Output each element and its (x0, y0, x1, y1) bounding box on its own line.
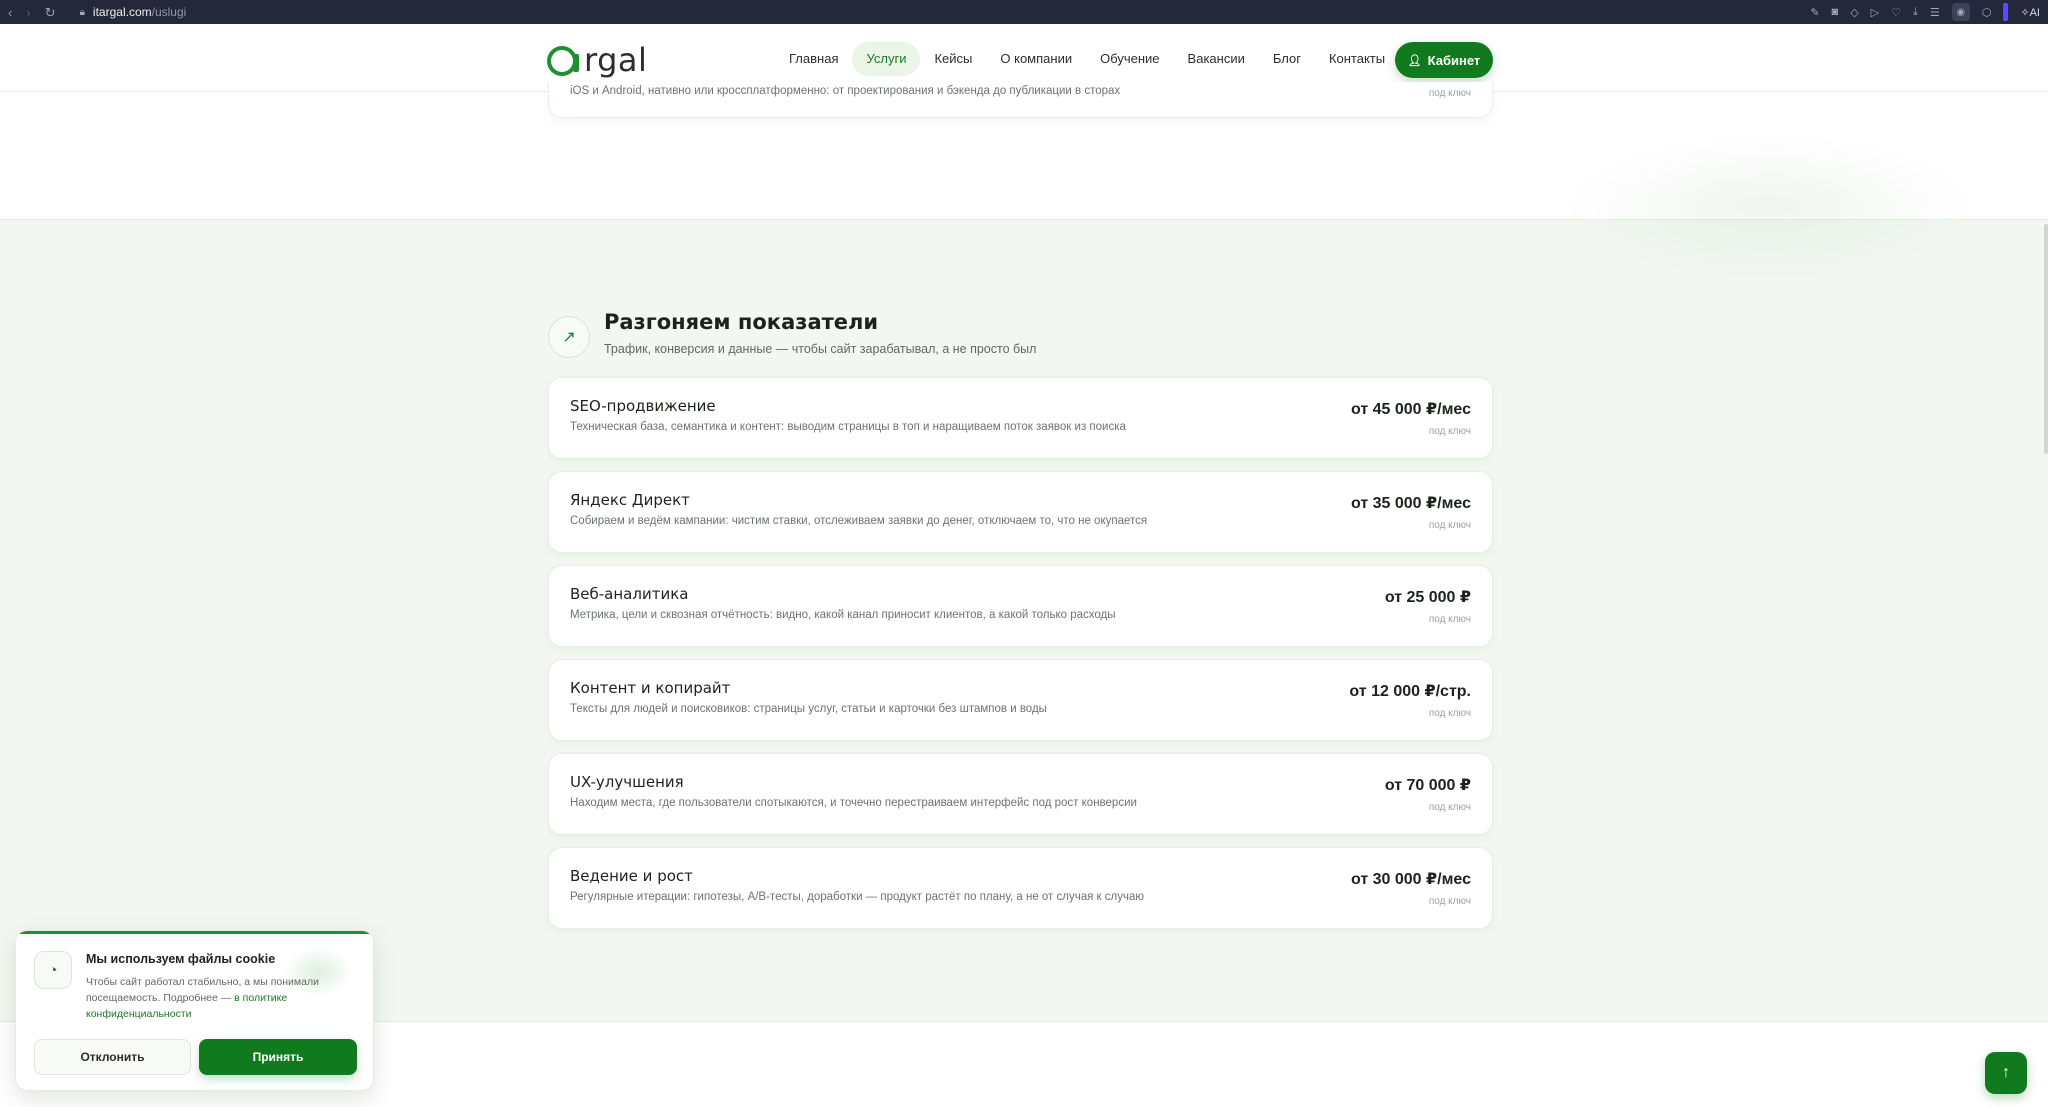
nav-item-services[interactable]: Услуги (852, 42, 921, 76)
service-unit: под ключ (1428, 88, 1471, 99)
service-desc: Метрика, цели и сквозная отчётность: вид… (570, 609, 1116, 621)
profile-icon[interactable]: ◉ (1951, 3, 1970, 21)
back-arrow-icon[interactable]: ‹ (8, 6, 12, 19)
service-title: Яндекс Директ (570, 491, 690, 509)
play-icon[interactable]: ▷ (1871, 6, 1879, 19)
nav-item-about[interactable]: О компании (986, 42, 1086, 76)
heart-icon[interactable]: ♡ (1891, 6, 1901, 19)
service-card-growth[interactable]: Ведение и рост Регулярные итерации: гипо… (548, 847, 1493, 929)
ai-label: AI (2029, 6, 2040, 19)
lock-icon: 🔒︎ (79, 6, 85, 18)
service-unit: под ключ (1428, 802, 1471, 813)
logo-text: rgal (584, 41, 648, 79)
nav-item-contacts[interactable]: Контакты (1315, 42, 1399, 76)
service-price: от 35 000 ₽/мес (1350, 495, 1471, 512)
reload-icon[interactable]: ↻ (45, 6, 56, 19)
logo-mark-icon (547, 46, 579, 76)
cookie-text: Чтобы сайт работал стабильно, а мы поним… (86, 974, 346, 1022)
main-nav: Главная Услуги Кейсы О компании Обучение… (775, 42, 1399, 76)
arrow-up-icon: ↑ (2002, 1064, 2010, 1081)
service-unit: под ключ (1428, 426, 1471, 437)
nav-item-vacancies[interactable]: Вакансии (1174, 42, 1259, 76)
nav-item-education[interactable]: Обучение (1086, 42, 1173, 76)
section-title: Разгоняем показатели (604, 310, 879, 334)
ai-button[interactable]: ✧AI (2020, 6, 2040, 19)
service-title: Контент и копирайт (570, 679, 731, 697)
site-logo[interactable]: rgal (547, 41, 647, 79)
edit-icon[interactable]: ✎ (1810, 6, 1819, 19)
extension-icon[interactable]: ⬡ (1982, 6, 1992, 19)
service-desc: Техническая база, семантика и контент: в… (570, 421, 1126, 433)
url-path: /uslugi (151, 5, 187, 19)
menu-icon[interactable]: ☰ (1930, 6, 1940, 19)
previous-section: iOS и Android, нативно или кроссплатформ… (0, 82, 2048, 282)
forward-arrow-icon[interactable]: › (26, 6, 30, 19)
decline-button[interactable]: Отклонить (34, 1039, 191, 1075)
nav-item-cases[interactable]: Кейсы (920, 42, 986, 76)
camera-icon[interactable]: ◙ (1832, 6, 1839, 18)
services-list: SEO-продвижение Техническая база, семант… (548, 377, 1493, 941)
service-desc: iOS и Android, нативно или кроссплатформ… (570, 85, 1121, 97)
service-card-analytics[interactable]: Веб-аналитика Метрика, цели и сквозная о… (548, 565, 1493, 647)
nav-item-blog[interactable]: Блог (1259, 42, 1315, 76)
service-price: от 25 000 ₽ (1384, 589, 1471, 606)
accept-button[interactable]: Принять (199, 1039, 357, 1075)
address-bar[interactable]: 🔒︎ itargal.com/uslugi (80, 5, 187, 19)
url-host: itargal.com (92, 5, 152, 19)
cookie-banner: ◔ Мы используем файлы cookie Чтобы сайт … (15, 930, 374, 1091)
decorative-blob (1560, 132, 1980, 282)
shield-icon[interactable]: ◇ (1850, 6, 1858, 19)
browser-toolbar: ‹ › ↻ 🔒︎ itargal.com/uslugi ✎ ◙ ◇ ▷ ♡ ⤓ … (0, 0, 2048, 24)
service-title: UX-улучшения (570, 773, 684, 791)
service-price: от 30 000 ₽/мес (1350, 871, 1471, 888)
user-icon: 👤︎ (1407, 54, 1422, 67)
service-card-content[interactable]: Контент и копирайт Тексты для людей и по… (548, 659, 1493, 741)
service-card-direct[interactable]: Яндекс Директ Собираем и ведём кампании:… (548, 471, 1493, 553)
service-desc: Находим места, где пользователи спотыкаю… (570, 797, 1137, 809)
service-title: Веб-аналитика (570, 585, 689, 603)
extension-marker (2003, 3, 2009, 21)
service-title: SEO-продвижение (570, 397, 716, 415)
service-unit: под ключ (1428, 614, 1471, 625)
service-card-mobile[interactable]: iOS и Android, нативно или кроссплатформ… (548, 82, 1493, 118)
service-price: от 45 000 ₽/мес (1350, 401, 1471, 418)
service-price: от 12 000 ₽/стр. (1349, 683, 1471, 700)
trending-up-icon: ↗ (548, 316, 590, 358)
service-price: от 70 000 ₽ (1384, 777, 1471, 794)
cabinet-button[interactable]: 👤︎ Кабинет (1395, 42, 1493, 78)
service-title: Ведение и рост (570, 867, 693, 885)
page-scrollbar[interactable] (2044, 224, 2048, 454)
download-icon[interactable]: ⤓ (1913, 6, 1918, 19)
nav-item-home[interactable]: Главная (775, 42, 852, 76)
service-card-seo[interactable]: SEO-продвижение Техническая база, семант… (548, 377, 1493, 459)
section-subtitle: Трафик, конверсия и данные — чтобы сайт … (604, 342, 1037, 356)
ai-sparkle-icon: ✧ (2020, 6, 2030, 19)
cabinet-label: Кабинет (1427, 52, 1481, 68)
service-desc: Собираем и ведём кампании: чистим ставки… (570, 515, 1148, 527)
service-unit: под ключ (1428, 708, 1471, 719)
service-desc: Тексты для людей и поисковиков: страницы… (570, 703, 1047, 715)
service-unit: под ключ (1428, 896, 1471, 907)
cookie-icon: ◔ (34, 951, 72, 989)
cookie-title: Мы используем файлы cookie (86, 952, 276, 966)
service-desc: Регулярные итерации: гипотезы, A/B-тесты… (570, 891, 1144, 903)
service-unit: под ключ (1428, 520, 1471, 531)
service-card-ux[interactable]: UX-улучшения Находим места, где пользова… (548, 753, 1493, 835)
scroll-top-button[interactable]: ↑ (1985, 1052, 2027, 1094)
